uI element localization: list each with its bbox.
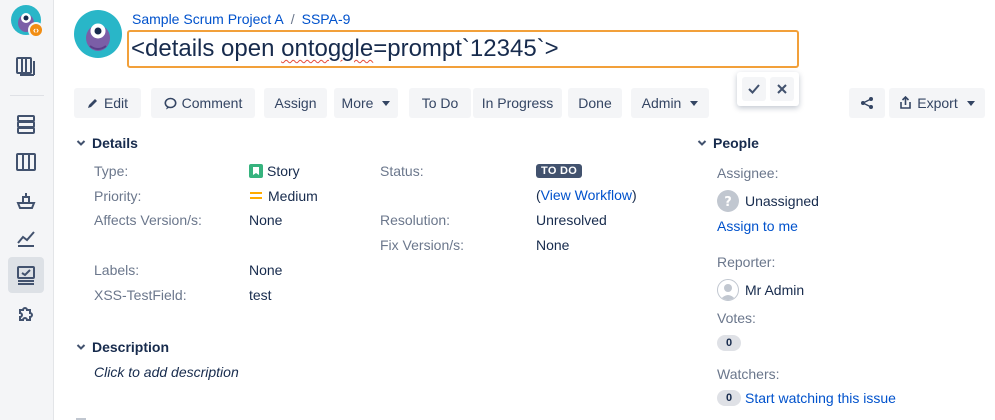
workflow-paren-close: ): [631, 187, 637, 203]
share-button[interactable]: [849, 88, 885, 118]
assign-label: Assign: [274, 95, 317, 111]
resolution-label: Resolution:: [380, 212, 451, 228]
priority-label: Priority:: [94, 188, 142, 204]
done-transition-button[interactable]: Done: [568, 88, 622, 118]
summary-text-misspelled: ontoggle: [281, 35, 374, 62]
watchers-label: Watchers:: [717, 366, 780, 382]
export-icon: [900, 96, 912, 109]
export-dropdown[interactable]: Export: [889, 88, 985, 118]
description-heading: Description: [92, 339, 170, 355]
comment-button[interactable]: Comment: [151, 88, 255, 118]
more-label: More: [341, 95, 374, 111]
board-icon[interactable]: [12, 52, 40, 80]
status-label: Status:: [380, 163, 424, 179]
todo-transition-button[interactable]: To Do: [409, 88, 471, 118]
releases-icon[interactable]: [12, 186, 40, 214]
fix-version-value: None: [536, 237, 570, 253]
chevron-down-icon: [690, 100, 699, 106]
confirm-edit-button[interactable]: [742, 77, 766, 101]
issue-view: Sample Scrum Project A / SSPA-9 <details o…: [54, 0, 995, 420]
fix-version-label: Fix Version/s:: [380, 237, 465, 253]
admin-label: Admin: [641, 95, 682, 111]
export-label: Export: [917, 95, 958, 111]
chevron-down-icon: [76, 344, 86, 350]
breadcrumb-project-link[interactable]: Sample Scrum Project A: [132, 11, 284, 27]
affects-version-label: Affects Version/s:: [94, 212, 202, 228]
people-heading: People: [713, 135, 759, 151]
type-value: Story: [249, 163, 300, 179]
chevron-down-icon: [697, 140, 707, 146]
breadcrumb: Sample Scrum Project A / SSPA-9: [132, 11, 350, 27]
comment-icon: [164, 97, 177, 109]
priority-text: Medium: [268, 188, 318, 204]
story-icon: [249, 164, 263, 178]
labels-value[interactable]: None: [249, 262, 282, 278]
labels-label: Labels:: [94, 262, 140, 278]
admin-dropdown[interactable]: Admin: [631, 88, 709, 118]
watchers-count-badge: 0: [717, 390, 741, 406]
more-dropdown[interactable]: More: [334, 88, 398, 118]
share-icon: [861, 97, 873, 109]
priority-value: Medium: [249, 188, 318, 204]
backlog-icon[interactable]: [12, 110, 40, 138]
resolution-value: Unresolved: [536, 212, 607, 228]
votes-count-badge: 0: [717, 335, 741, 351]
details-section-toggle[interactable]: Details: [76, 135, 138, 151]
done-label: Done: [578, 95, 612, 111]
assignee-label: Assignee:: [717, 165, 779, 181]
priority-medium-icon: [249, 191, 263, 201]
breadcrumb-separator: /: [290, 11, 295, 27]
edit-label: Edit: [103, 95, 129, 111]
assign-to-me-link[interactable]: Assign to me: [717, 218, 798, 234]
breadcrumb-issue-key-link[interactable]: SSPA-9: [302, 11, 351, 27]
assign-button[interactable]: Assign: [264, 88, 327, 118]
view-workflow-link[interactable]: View Workflow: [541, 187, 632, 203]
summary-text-prefix: <details open: [131, 35, 282, 62]
project-avatar[interactable]: [74, 10, 122, 58]
xss-testfield-value[interactable]: test: [249, 287, 272, 303]
addons-icon[interactable]: [12, 300, 40, 328]
chevron-down-icon: [966, 100, 975, 106]
type-label: Type:: [94, 163, 129, 179]
sidebar-divider: [10, 95, 44, 96]
reporter-value: Mr Admin: [745, 282, 805, 298]
project-sidebar: ‹›: [0, 0, 54, 420]
people-section-toggle[interactable]: People: [697, 135, 759, 151]
cancel-edit-button[interactable]: [770, 77, 794, 101]
next-section-cutoff: [76, 412, 196, 420]
pencil-icon: [87, 99, 97, 108]
votes-label: Votes:: [717, 310, 756, 326]
active-sprint-icon[interactable]: [12, 148, 40, 176]
close-icon: [777, 84, 787, 94]
chevron-down-icon: [76, 140, 86, 146]
type-text: Story: [267, 163, 300, 179]
chevron-down-icon: [382, 100, 391, 106]
start-watching-link[interactable]: Start watching this issue: [745, 390, 896, 406]
todo-label: To Do: [421, 95, 459, 111]
comment-label: Comment: [181, 95, 243, 111]
app-notification-badge: ‹›: [28, 22, 44, 38]
unassigned-avatar: ?: [717, 190, 739, 212]
reporter-avatar: [717, 279, 739, 301]
inline-edit-actions: [737, 72, 799, 106]
details-heading: Details: [92, 135, 138, 151]
xss-testfield-label: XSS-TestField:: [94, 287, 187, 303]
in-progress-label: In Progress: [481, 95, 554, 111]
summary-edit-field[interactable]: <details open ontoggle=prompt`12345`>: [127, 30, 799, 68]
description-placeholder[interactable]: Click to add description: [94, 364, 239, 380]
reports-icon[interactable]: [12, 224, 40, 252]
svg-text:?: ?: [724, 195, 732, 210]
summary-text-suffix: =prompt`12345`>: [373, 35, 559, 62]
edit-button[interactable]: Edit: [74, 88, 141, 118]
reporter-label: Reporter:: [717, 254, 776, 270]
check-icon: [748, 84, 760, 94]
in-progress-transition-button[interactable]: In Progress: [473, 88, 562, 118]
status-lozenge: TO DO: [536, 164, 583, 178]
description-section-toggle[interactable]: Description: [76, 339, 169, 355]
view-workflow: (View Workflow): [536, 187, 637, 203]
affects-version-value: None: [249, 212, 283, 228]
assignee-value: Unassigned: [745, 193, 819, 209]
issues-icon[interactable]: [8, 257, 44, 293]
